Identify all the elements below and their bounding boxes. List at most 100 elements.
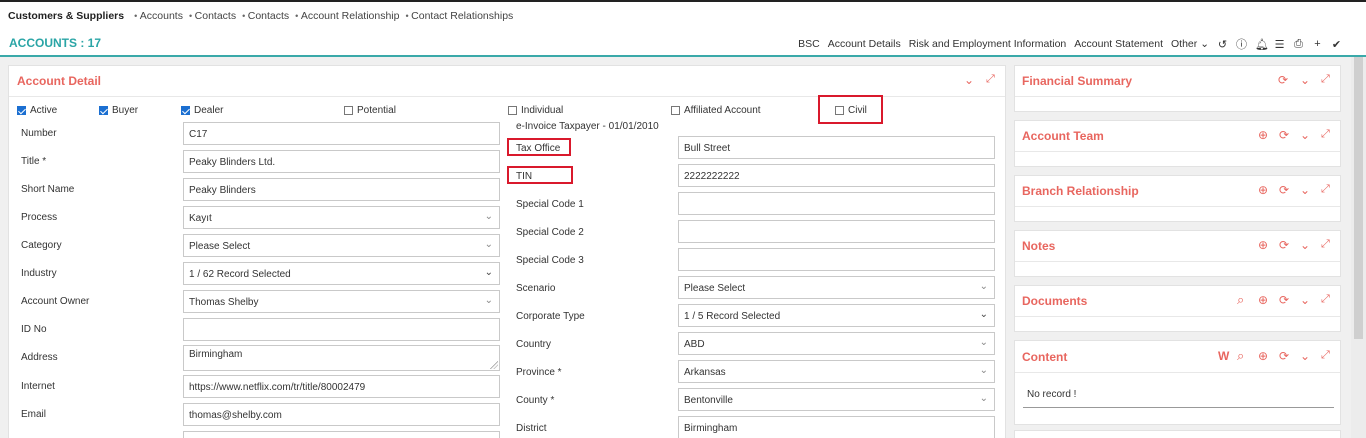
expand-icon[interactable]: ⤢ <box>1321 183 1330 196</box>
industry-value: 1 / 62 Record Selected <box>189 269 291 280</box>
refresh-icon[interactable]: ⟳ <box>1279 293 1289 307</box>
link-risk-employment[interactable]: Risk and Employment Information <box>909 38 1067 50</box>
link-bsc[interactable]: BSC <box>798 38 820 50</box>
special-code-3-input[interactable] <box>678 248 995 271</box>
breadcrumb-account-relationship[interactable]: Account Relationship <box>295 10 400 22</box>
add-circle-icon[interactable]: ⊕ <box>1258 293 1268 307</box>
tax-office-input[interactable]: Bull Street <box>678 136 995 159</box>
expand-icon[interactable]: ⤢ <box>1321 349 1330 362</box>
special-code-1-input[interactable] <box>678 192 995 215</box>
resize-grip-icon[interactable] <box>490 361 498 369</box>
buyer-checkbox[interactable]: Buyer <box>99 105 138 116</box>
address-textarea[interactable]: Birmingham <box>183 345 500 371</box>
province-select[interactable]: Arkansas ⌄ <box>678 360 995 383</box>
province-value: Arkansas <box>684 367 726 378</box>
breadcrumb-contact-relationships[interactable]: Contact Relationships <box>405 10 513 22</box>
history-icon[interactable]: ↺ <box>1217 38 1228 51</box>
account-owner-select[interactable]: Thomas Shelby ⌄ <box>183 290 500 313</box>
search-icon[interactable]: ⌕ <box>1237 348 1244 364</box>
internet-input[interactable]: https://www.netflix.com/tr/title/8000247… <box>183 375 500 398</box>
account-detail-title: Account Detail <box>17 74 102 88</box>
chevron-down-icon[interactable]: ⌄ <box>1300 183 1310 197</box>
refresh-icon[interactable]: ⟳ <box>1279 128 1289 142</box>
account-team-panel: Account Team ⊕ ⟳ ⌄ ⤢ <box>1014 120 1341 167</box>
category-label: Category <box>21 240 62 251</box>
notes-title[interactable]: Notes <box>1022 239 1055 253</box>
email-input[interactable]: thomas@shelby.com <box>183 403 500 426</box>
industry-label: Industry <box>21 268 57 279</box>
chevron-down-icon[interactable]: ⌄ <box>1300 128 1310 142</box>
process-select[interactable]: Kayıt ⌄ <box>183 206 500 229</box>
chevron-down-icon[interactable]: ⌄ <box>1300 349 1310 363</box>
title-input[interactable]: Peaky Blinders Ltd. <box>183 150 500 173</box>
special-code-2-input[interactable] <box>678 220 995 243</box>
dealer-checkbox[interactable]: Dealer <box>181 105 223 116</box>
branch-relationship-title[interactable]: Branch Relationship <box>1022 184 1139 198</box>
other-dropdown[interactable]: Other ⌄ <box>1171 38 1209 50</box>
refresh-icon[interactable]: ⟳ <box>1279 349 1289 363</box>
chevron-down-icon[interactable]: ⌄ <box>964 73 974 87</box>
info-icon[interactable]: ⓘ <box>1236 36 1247 52</box>
plus-icon[interactable]: + <box>1312 38 1323 50</box>
search-icon[interactable]: ⌕ <box>1237 292 1244 308</box>
tin-input[interactable]: 2222222222 <box>678 164 995 187</box>
expand-icon[interactable]: ⤢ <box>986 73 995 86</box>
potential-checkbox[interactable]: Potential <box>344 105 396 116</box>
district-input[interactable]: Birmingham <box>678 416 995 438</box>
next-field-input[interactable] <box>183 431 500 438</box>
account-owner-label: Account Owner <box>21 296 90 307</box>
short-name-input[interactable]: Peaky Blinders <box>183 178 500 201</box>
refresh-icon[interactable]: ⟳ <box>1279 238 1289 252</box>
print-icon[interactable]: ⎙ <box>1293 38 1304 51</box>
breadcrumb-root[interactable]: Customers & Suppliers <box>8 10 124 22</box>
individual-checkbox[interactable]: Individual <box>508 105 563 116</box>
expand-icon[interactable]: ⤢ <box>1321 293 1330 306</box>
add-circle-icon[interactable]: ⊕ <box>1258 349 1268 363</box>
scrollbar-thumb[interactable] <box>1354 57 1363 339</box>
content-title[interactable]: Content <box>1022 350 1067 364</box>
checkbox-label: Buyer <box>112 105 139 116</box>
expand-icon[interactable]: ⤢ <box>1321 128 1330 141</box>
breadcrumb-contacts-2[interactable]: Contacts <box>242 10 289 22</box>
industry-select[interactable]: 1 / 62 Record Selected ⌄ <box>183 262 500 285</box>
link-account-details[interactable]: Account Details <box>828 38 901 50</box>
documents-title[interactable]: Documents <box>1022 294 1087 308</box>
affiliated-account-checkbox[interactable]: Affiliated Account <box>671 105 761 116</box>
add-circle-icon[interactable]: ⊕ <box>1258 183 1268 197</box>
county-label: County * <box>516 395 555 406</box>
add-circle-icon[interactable]: ⊕ <box>1258 238 1268 252</box>
bell-icon[interactable]: 🔔︎ <box>1255 38 1269 51</box>
active-checkbox[interactable]: Active <box>17 105 57 116</box>
chevron-down-icon[interactable]: ⌄ <box>1300 293 1310 307</box>
breadcrumb-accounts[interactable]: Accounts <box>134 10 183 22</box>
panel-divider <box>1015 372 1340 373</box>
country-select[interactable]: ABD ⌄ <box>678 332 995 355</box>
account-team-title[interactable]: Account Team <box>1022 129 1104 143</box>
checkbox-box <box>344 106 353 115</box>
country-label: Country <box>516 339 552 350</box>
category-select[interactable]: Please Select ⌄ <box>183 234 500 257</box>
list-icon[interactable]: ☰ <box>1274 38 1285 51</box>
notes-panel: Notes ⊕ ⟳ ⌄ ⤢ <box>1014 230 1341 277</box>
refresh-icon[interactable]: ⟳ <box>1279 183 1289 197</box>
id-no-input[interactable] <box>183 318 500 341</box>
word-icon[interactable]: W <box>1218 349 1229 363</box>
expand-icon[interactable]: ⤢ <box>1321 73 1330 86</box>
number-input[interactable]: C17 <box>183 122 500 145</box>
checkbox-label: Active <box>30 105 58 116</box>
financial-summary-title[interactable]: Financial Summary <box>1022 74 1132 88</box>
refresh-icon[interactable]: ⟳ <box>1278 73 1288 87</box>
check-icon[interactable]: ✔ <box>1331 38 1342 51</box>
expand-icon[interactable]: ⤢ <box>1321 238 1330 251</box>
corporate-type-select[interactable]: 1 / 5 Record Selected ⌄ <box>678 304 995 327</box>
breadcrumb-contacts[interactable]: Contacts <box>189 10 236 22</box>
scenario-select[interactable]: Please Select ⌄ <box>678 276 995 299</box>
chevron-down-icon[interactable]: ⌄ <box>1300 238 1310 252</box>
chevron-down-icon[interactable]: ⌄ <box>1300 73 1310 87</box>
corporate-type-label: Corporate Type <box>516 311 585 322</box>
add-circle-icon[interactable]: ⊕ <box>1258 128 1268 142</box>
county-select[interactable]: Bentonville ⌄ <box>678 388 995 411</box>
page-scrollbar[interactable] <box>1351 57 1366 438</box>
scenario-label: Scenario <box>516 283 556 294</box>
link-account-statement[interactable]: Account Statement <box>1074 38 1163 50</box>
